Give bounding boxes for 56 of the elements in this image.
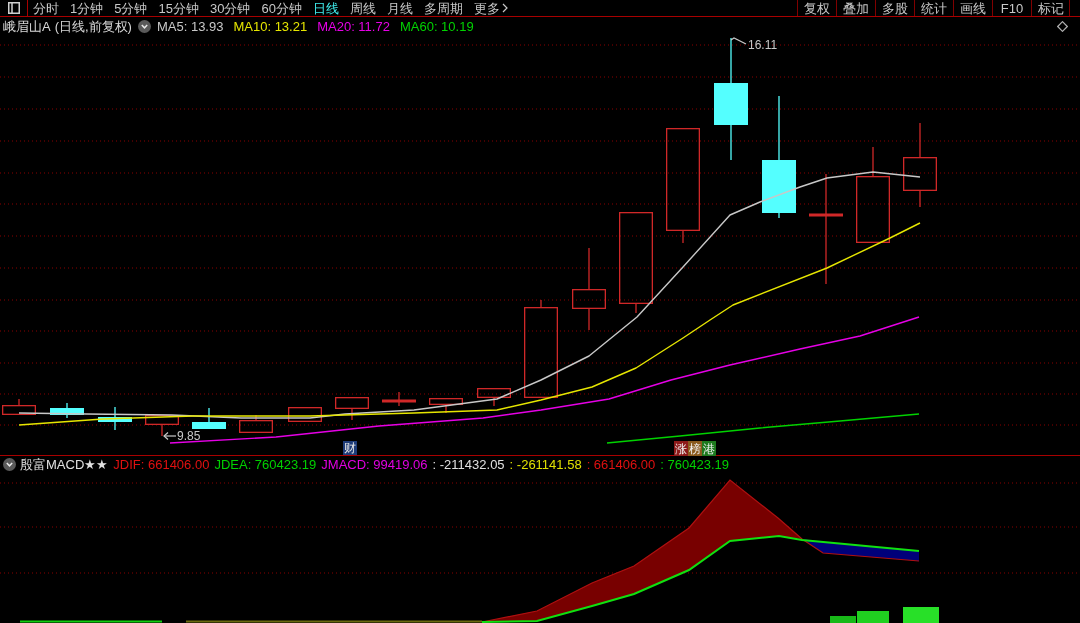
candlestick (192, 407, 226, 429)
toolbar-button[interactable]: 统计 (914, 0, 953, 16)
chevron-down-icon[interactable] (137, 19, 151, 33)
candlestick (477, 388, 511, 407)
leader-line (730, 37, 747, 45)
moving-average-value: MA20: 11.72 (317, 19, 390, 33)
period-tab[interactable]: 5分钟 (114, 1, 148, 15)
indicator-reading: : -261141.58 (509, 458, 582, 471)
indicator-reading: JDIF: 661406.00 (113, 458, 210, 471)
more-button[interactable]: 更多 (473, 1, 508, 15)
moving-average-value: MA60: 10.19 (399, 19, 474, 33)
event-badge[interactable]: 财 (343, 441, 357, 455)
diamond-icon[interactable] (1057, 20, 1068, 32)
candlestick (50, 402, 84, 419)
candlestick (335, 397, 369, 421)
panel-icon (7, 2, 20, 14)
moving-average-value: MA5: 13.93 (156, 19, 224, 33)
chevron-down-icon[interactable] (3, 458, 16, 471)
doji-candlestick (382, 391, 416, 407)
indicator-name: 殷富MACD★★ (20, 458, 109, 471)
period-tab[interactable]: 分时 (33, 1, 59, 15)
period-tab[interactable]: 月线 (386, 1, 413, 15)
candlestick (98, 406, 132, 431)
candlestick (2, 398, 36, 415)
period-tab[interactable]: 1分钟 (70, 1, 104, 15)
arrow-icon (163, 431, 177, 441)
period-tab[interactable]: 日线 (312, 1, 339, 15)
toolbar-button[interactable]: 多股 (875, 0, 914, 16)
indicator-reading: : 760423.19 (660, 458, 729, 471)
tag-badge[interactable]: 港 (702, 441, 716, 456)
moving-average-value: MA10: 13.21 (233, 19, 308, 33)
period-tab[interactable]: 多周期 (423, 1, 463, 15)
histogram-bar (903, 607, 939, 623)
indicator-reading: JDEA: 760423.19 (214, 458, 317, 471)
candlestick (145, 415, 179, 437)
period-tab[interactable]: 15分钟 (158, 1, 199, 15)
low-price-label: 9.85 (177, 430, 201, 442)
indicator-reading: : 661406.00 (586, 458, 656, 471)
toolbar-button[interactable]: 标记 (1031, 0, 1070, 16)
period-tab[interactable]: 60分钟 (261, 1, 302, 15)
toolbar-button[interactable]: 画线 (953, 0, 992, 16)
period-mode: (日线,前复权) (54, 19, 132, 33)
candlestick (429, 398, 463, 414)
stock-name: 峨眉山A (3, 19, 51, 33)
period-tab[interactable]: 30分钟 (209, 1, 251, 15)
candlestick (288, 407, 322, 422)
indicator-reading: JMACD: 99419.06 (321, 458, 428, 471)
toolbar-button[interactable]: F10 (992, 0, 1031, 16)
tag-badge[interactable]: 涨 (674, 441, 688, 456)
indicator-reading: : -211432.05 (432, 458, 505, 471)
chevron-right-icon (501, 3, 508, 13)
period-tab[interactable]: 周线 (349, 1, 376, 15)
tag-badge[interactable]: 榜 (688, 441, 702, 456)
toolbar-button[interactable]: 叠加 (836, 0, 875, 16)
toolbar-button[interactable]: 复权 (797, 0, 836, 16)
high-price-label: 16.11 (748, 39, 778, 51)
